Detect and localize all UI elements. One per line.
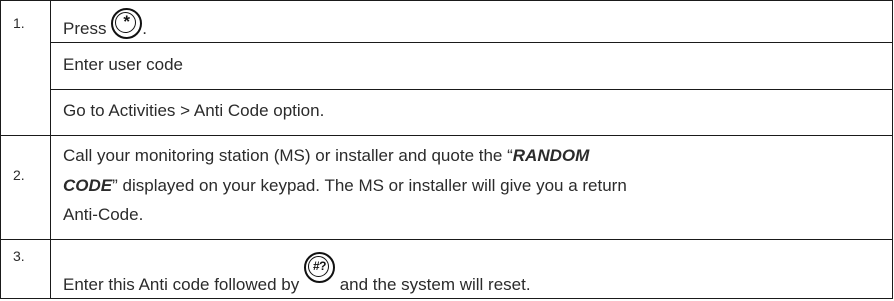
call-monitoring-text: Call your monitoring station (MS) or ins… (63, 146, 513, 165)
step-number: 3. (13, 248, 25, 264)
step-number-cell: 2. (0, 135, 50, 239)
step-number-cell: 1. (0, 0, 50, 135)
step-number: 2. (13, 167, 25, 183)
step-2-line-1: Call your monitoring station (MS) or ins… (63, 146, 589, 166)
row-divider (50, 89, 893, 90)
step-text-cell: Enter this Anti code followed by #? and … (50, 239, 893, 299)
code-emphasis: CODE (63, 176, 113, 195)
star-key-icon: * (111, 8, 143, 39)
step-2-line-2: CODE” displayed on your keypad. The MS o… (63, 176, 627, 196)
go-to-anti-code-text: Go to Activities > Anti Code option. (63, 101, 325, 120)
enter-anti-code-text: Enter this Anti code followed by (63, 275, 300, 294)
instruction-steps-table: 1. Press * . Enter user code Go to Activ… (0, 0, 893, 299)
step-3-line: Enter this Anti code followed by #? and … (63, 252, 531, 295)
step-text-cell: Call your monitoring station (MS) or ins… (50, 135, 893, 239)
enter-user-code-text: Enter user code (63, 55, 184, 74)
random-code-emphasis: RANDOM (512, 146, 590, 165)
star-key-label: * (123, 12, 131, 31)
step-number-cell: 3. (0, 239, 50, 299)
displayed-on-keypad-text: ” displayed on your keypad. The MS or in… (112, 176, 627, 195)
step-1-line-press: Press * . (63, 8, 147, 39)
hash-key-label: #? (312, 259, 327, 273)
press-text: Press (63, 19, 107, 38)
row-divider (50, 42, 893, 43)
anti-code-text: Anti-Code. (63, 205, 144, 224)
step-row-2: 2. Call your monitoring station (MS) or … (0, 135, 893, 239)
step-row-1: 1. Press * . Enter user code Go to Activ… (0, 0, 893, 135)
system-reset-text: and the system will reset. (339, 275, 531, 294)
step-number: 1. (13, 15, 25, 31)
hash-question-key-icon: #? (303, 252, 335, 283)
press-period: . (142, 19, 147, 38)
step-row-3: 3. Enter this Anti code followed by #? a… (0, 239, 893, 299)
step-text-cell: Press * . Enter user code Go to Activiti… (50, 0, 893, 135)
